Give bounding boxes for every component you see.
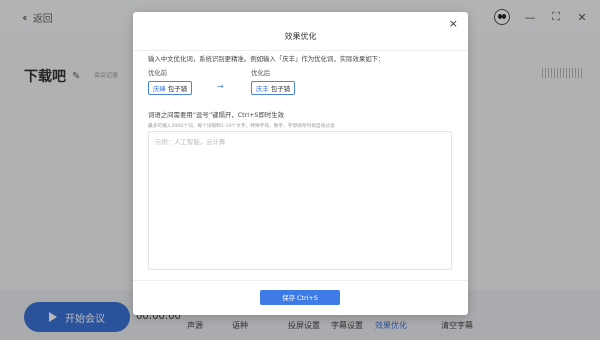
- divider: [133, 280, 468, 281]
- before-label: 优化前: [148, 69, 168, 77]
- input-limit-hint: 最多可输入2000个词，每个词限制1-10个文字，特殊字符、数字、字母保存时将自…: [148, 124, 335, 129]
- optimization-words-input[interactable]: [148, 131, 452, 270]
- example-before: 庆峰 包子铺: [148, 81, 192, 95]
- example-after: 庆丰 包子铺: [251, 81, 295, 95]
- close-icon[interactable]: ×: [449, 17, 458, 30]
- instruction-text: 输入中文优化词，系统识别更精准。例如输入「庆丰」作为优化词，实际效果如下：: [148, 55, 385, 63]
- example-after-rest: 包子铺: [268, 85, 290, 93]
- dialog-title: 效果优化: [284, 32, 317, 41]
- effect-optimization-dialog: 效果优化 × 输入中文优化词，系统识别更精准。例如输入「庆丰」作为优化词，实际效…: [133, 12, 468, 315]
- example-after-word: 庆丰: [256, 85, 269, 93]
- divider: [133, 50, 468, 51]
- after-label: 优化后: [251, 69, 271, 77]
- save-button[interactable]: 保存 Ctrl+S: [260, 290, 340, 305]
- example-before-word: 庆峰: [153, 85, 166, 93]
- arrow-right-icon: →: [217, 82, 224, 91]
- example-before-rest: 包子铺: [165, 85, 187, 93]
- separator-rule-text: 词语之间需要用“逗号”键隔开，Ctrl+S即时生效: [148, 111, 285, 119]
